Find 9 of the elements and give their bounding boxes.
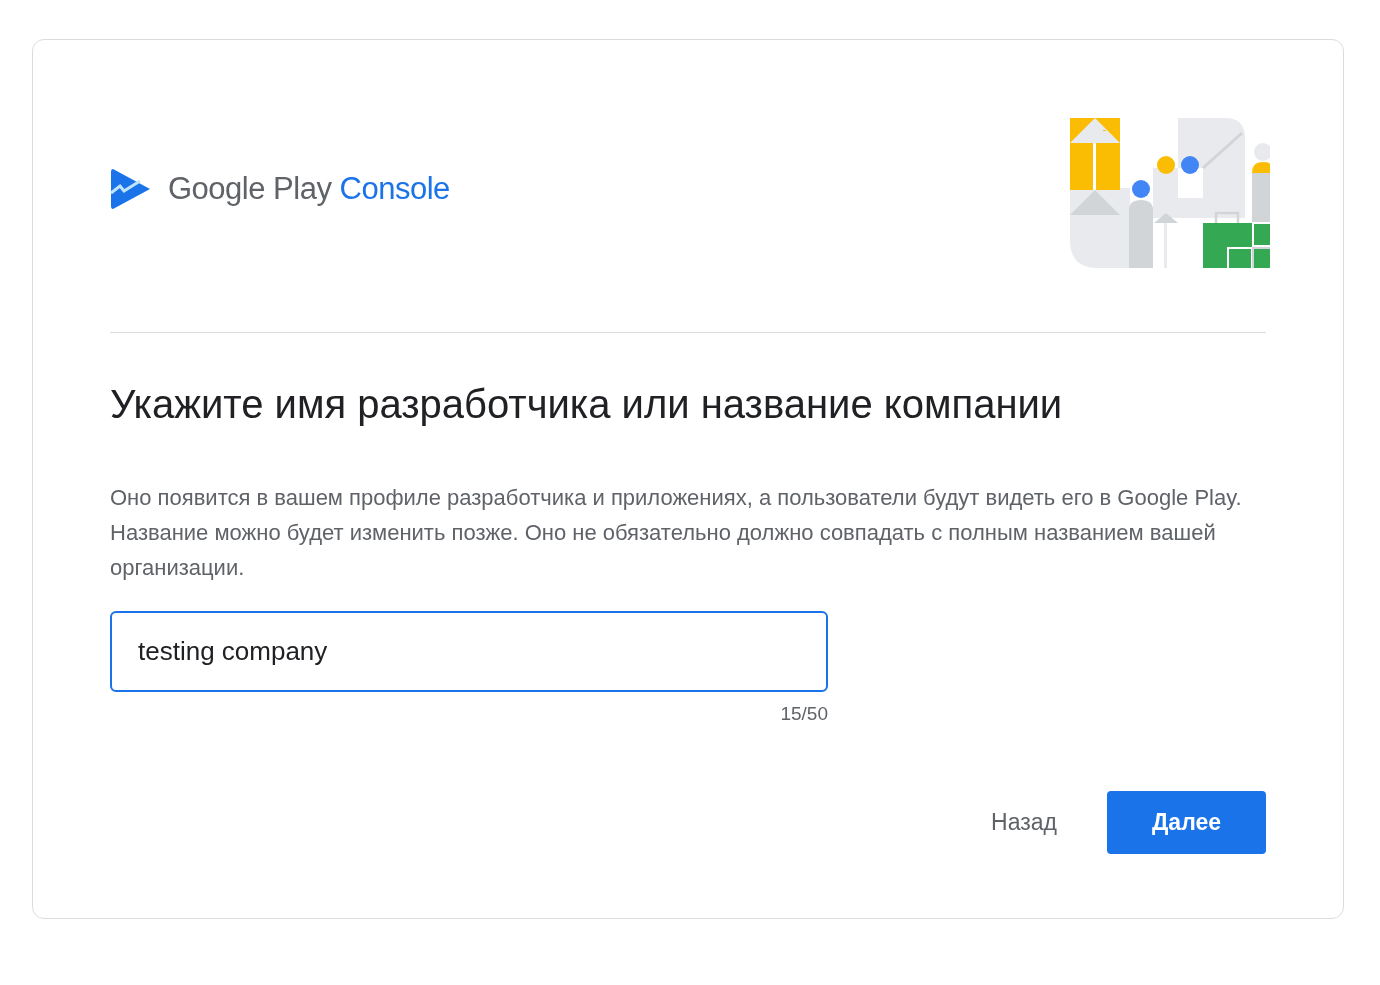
play-console-logo-icon	[110, 167, 152, 212]
developer-name-field[interactable]: testing company	[110, 611, 828, 692]
back-button[interactable]: Назад	[965, 790, 1083, 854]
logo-product-name: Console	[339, 171, 450, 206]
page-heading: Укажите имя разработчика или название компании	[110, 381, 1064, 428]
description-text: Оно появится в вашем профиле разработчика и приложениях, а пользователи будут видеть его в Google Play. Название можно будет изменить позже. Оно не обязательно должно совпадать с полным названием вашей организации.	[110, 484, 1243, 582]
logo-wordmark: Google Play	[168, 171, 332, 206]
next-button[interactable]: Далее	[1107, 790, 1266, 854]
character-counter: 15/50	[779, 702, 828, 726]
